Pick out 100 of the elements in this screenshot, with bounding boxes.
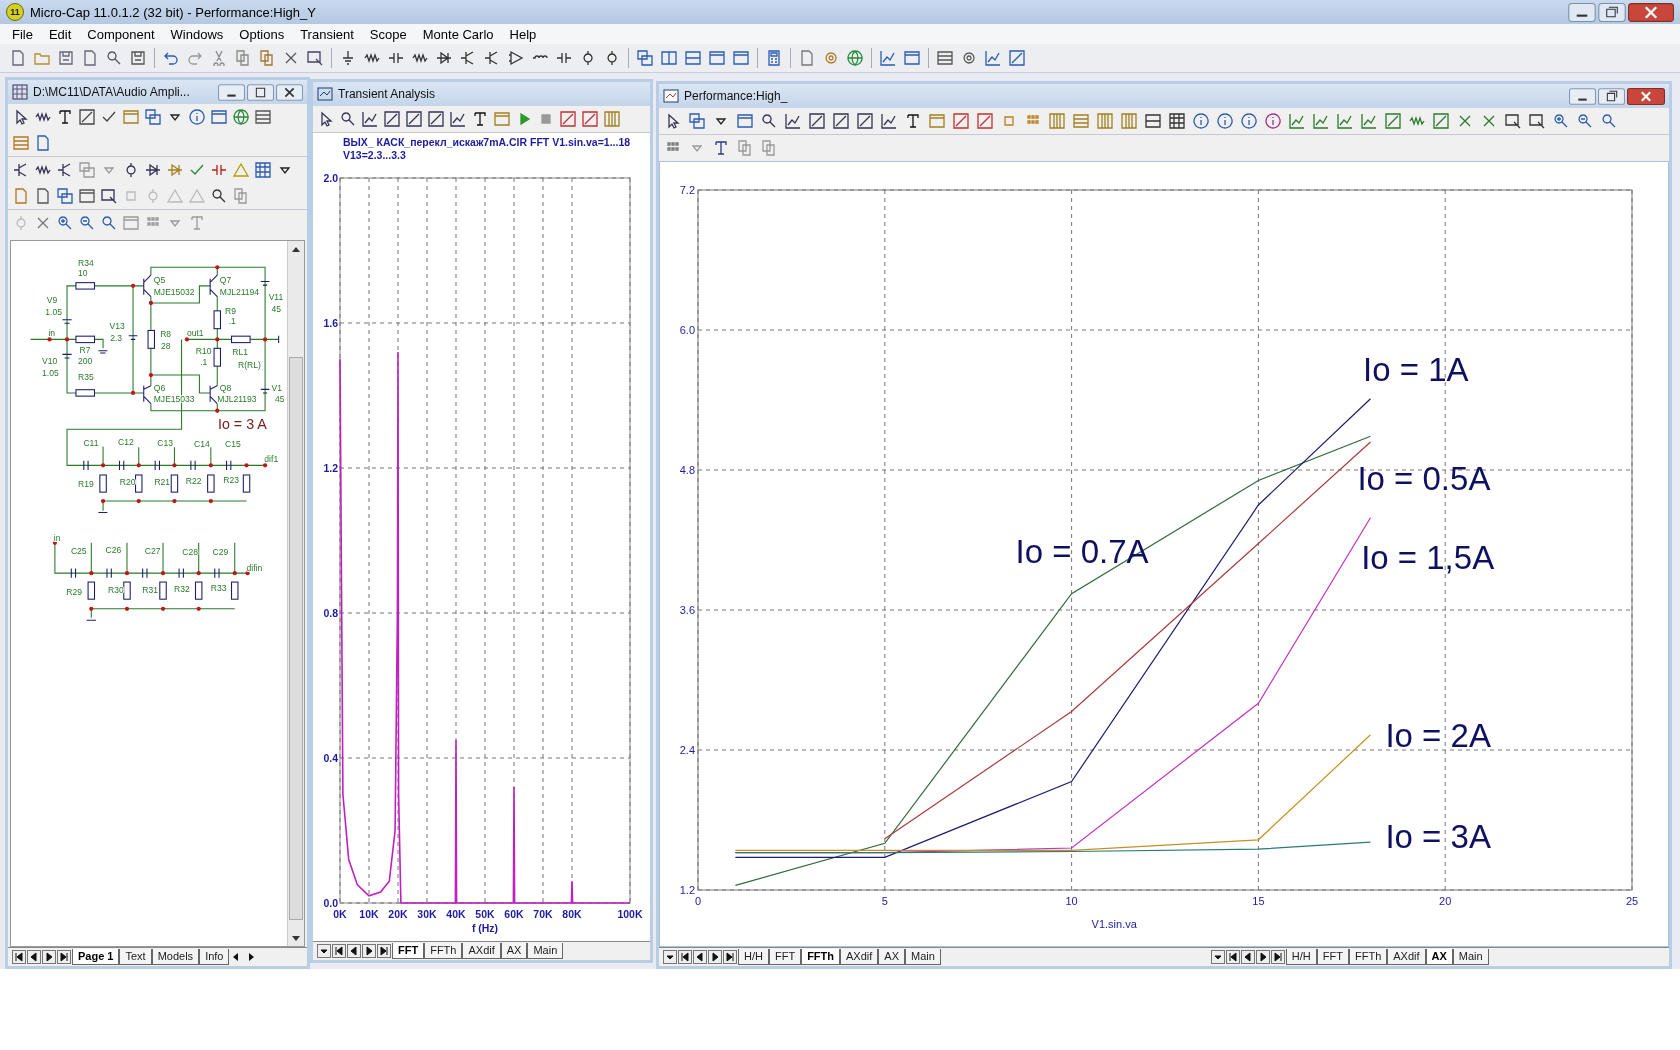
battery-icon[interactable] (556, 50, 572, 66)
transistor-icon[interactable] (460, 50, 476, 66)
slope-icon[interactable] (1433, 113, 1449, 129)
zoom-out-icon[interactable] (79, 215, 95, 231)
sheet-tab[interactable]: FFT (1316, 949, 1349, 965)
graph-icon[interactable] (428, 111, 444, 127)
last-page-icon[interactable] (57, 950, 71, 964)
new-page-icon[interactable] (10, 50, 26, 66)
sheet-tab[interactable]: FFTh (424, 943, 463, 959)
first-page-icon[interactable] (1225, 950, 1240, 964)
page-tab[interactable]: Info (199, 949, 230, 965)
columns-icon[interactable] (661, 50, 677, 66)
graph-icon[interactable] (785, 113, 801, 129)
grid-icon[interactable] (1169, 113, 1185, 129)
menu-item[interactable]: Transient (292, 26, 362, 42)
graph-icon[interactable] (857, 113, 873, 129)
cross-icon[interactable] (1457, 113, 1473, 129)
page-tab[interactable]: Text (119, 949, 152, 965)
undo-icon[interactable] (163, 50, 179, 66)
maximize-icon[interactable] (247, 83, 274, 101)
plot-icon[interactable] (560, 111, 576, 127)
minimize-icon[interactable] (218, 83, 245, 101)
sheet-tab[interactable]: H/H (1285, 949, 1317, 965)
caret-down-icon[interactable] (1210, 950, 1225, 964)
bars-icon[interactable] (1097, 113, 1113, 129)
select-box-icon[interactable] (101, 188, 117, 204)
previous-icon[interactable] (27, 950, 41, 964)
sheet-tab[interactable]: FFT (768, 949, 802, 965)
zoom-fit-icon[interactable] (101, 215, 117, 231)
next-icon[interactable] (362, 944, 376, 958)
previous-icon[interactable] (1240, 950, 1255, 964)
caret-down-icon[interactable] (663, 950, 677, 964)
scissors-icon[interactable] (211, 50, 227, 66)
chart-icon[interactable] (1009, 50, 1025, 66)
first-page-icon[interactable] (332, 944, 346, 958)
slope-icon[interactable] (1385, 113, 1401, 129)
calculator-icon[interactable] (766, 50, 782, 66)
text-icon[interactable] (57, 109, 73, 125)
page-icon[interactable] (13, 188, 29, 204)
plot-icon[interactable] (582, 111, 598, 127)
zoom-in-icon[interactable] (1553, 113, 1569, 129)
menu-item[interactable]: Monte Carlo (414, 26, 502, 42)
minimize-icon[interactable] (1569, 87, 1596, 105)
source-icon[interactable] (580, 50, 596, 66)
sheet-tab[interactable]: H/H (738, 949, 769, 965)
copy-icon[interactable] (235, 50, 251, 66)
restore-icon[interactable] (1598, 2, 1626, 22)
plot-icon[interactable] (953, 113, 969, 129)
first-page-icon[interactable] (678, 950, 692, 964)
bars-icon[interactable] (1049, 113, 1065, 129)
window-icon[interactable] (709, 50, 725, 66)
menu-item[interactable]: Component (79, 26, 163, 42)
pointer-icon[interactable] (13, 109, 29, 125)
menu-item[interactable]: Help (501, 26, 545, 42)
plot-icon[interactable] (977, 113, 993, 129)
sheet-tab[interactable]: FFTh (801, 949, 840, 965)
pointer-icon[interactable] (665, 113, 681, 129)
font-icon[interactable] (713, 140, 729, 156)
menu-item[interactable]: Options (231, 26, 293, 42)
menu-item[interactable]: Edit (40, 26, 80, 42)
chart-icon[interactable] (880, 50, 896, 66)
ground-icon[interactable] (340, 50, 356, 66)
sheet-tab[interactable]: AX (1425, 949, 1453, 965)
scale-icon[interactable] (761, 113, 777, 129)
sheet-tab[interactable]: AXdif (462, 943, 501, 959)
page-icon[interactable] (35, 188, 51, 204)
window-icon[interactable] (733, 50, 749, 66)
scrollbar[interactable] (287, 241, 304, 946)
globe-icon[interactable] (233, 109, 249, 125)
sheet-tab[interactable]: Main (527, 943, 564, 959)
save-icon[interactable] (58, 50, 74, 66)
close-icon[interactable] (276, 83, 303, 101)
text-icon[interactable] (905, 113, 921, 129)
block-icon[interactable] (689, 113, 705, 129)
minimize-icon[interactable] (1568, 2, 1596, 22)
page-tab[interactable]: Page 1 (72, 949, 120, 965)
previous-icon[interactable] (347, 944, 361, 958)
capacitor-icon[interactable] (388, 50, 404, 66)
next-icon[interactable] (42, 950, 56, 964)
opamp-icon[interactable] (508, 50, 524, 66)
graph-icon[interactable] (809, 113, 825, 129)
next-icon[interactable] (1255, 950, 1270, 964)
rows-icon[interactable] (685, 50, 701, 66)
close-icon[interactable] (1628, 2, 1674, 22)
first-page-icon[interactable] (12, 950, 26, 964)
last-page-icon[interactable] (723, 950, 737, 964)
app-icon[interactable]: 11 (6, 3, 24, 21)
page-icon[interactable] (799, 50, 815, 66)
menu-item[interactable]: Windows (162, 26, 232, 42)
previous-icon[interactable] (693, 950, 707, 964)
graph-icon[interactable] (384, 111, 400, 127)
graph-icon[interactable] (833, 113, 849, 129)
graph-icon[interactable] (362, 111, 378, 127)
delete-icon[interactable] (283, 50, 299, 66)
block-icon[interactable] (145, 109, 161, 125)
sheet-tab[interactable]: AX (878, 949, 905, 965)
bars-icon[interactable] (1073, 113, 1089, 129)
cross-icon[interactable] (1481, 113, 1497, 129)
last-page-icon[interactable] (1270, 950, 1285, 964)
globe-icon[interactable] (847, 50, 863, 66)
